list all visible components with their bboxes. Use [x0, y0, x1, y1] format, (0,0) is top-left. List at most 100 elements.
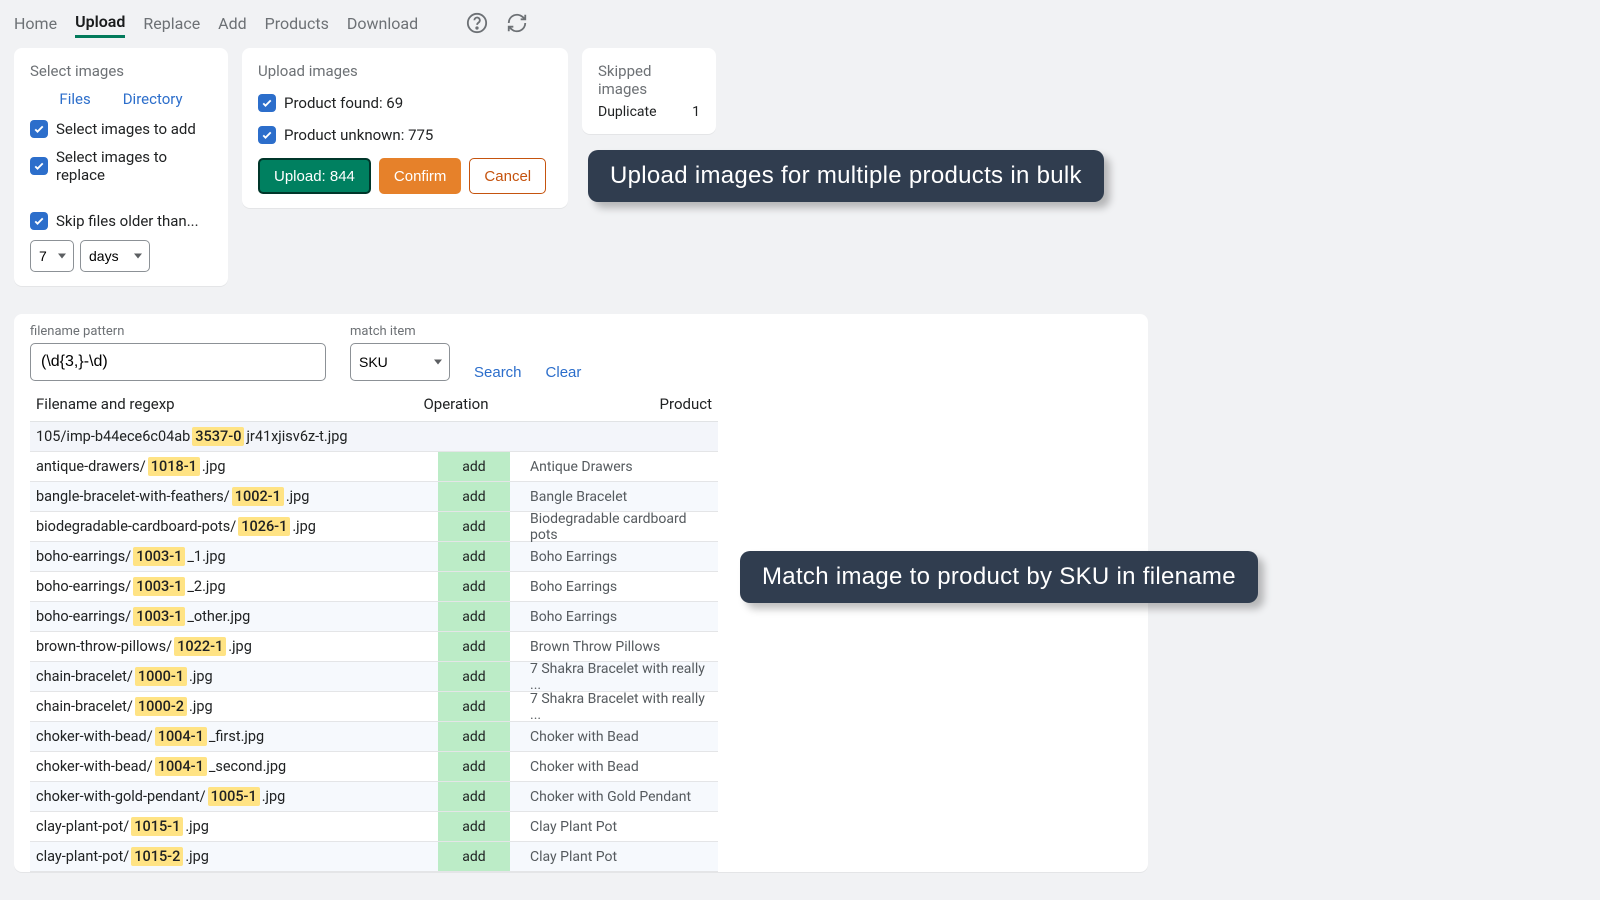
regex-match: 1018-1: [148, 457, 200, 476]
nav-home[interactable]: Home: [14, 14, 57, 37]
filename-cell: boho-earrings/ 1003-1 _2.jpg: [30, 577, 402, 596]
nav-download[interactable]: Download: [347, 14, 418, 37]
regex-match: 1000-2: [135, 697, 187, 716]
operation-cell: add: [438, 542, 510, 571]
pattern-label: filename pattern: [30, 324, 326, 339]
regex-match: 1026-1: [238, 517, 290, 536]
operation-cell: add: [438, 602, 510, 631]
upload-images-card: Upload images Product found: 69 Product …: [242, 48, 568, 208]
operation-badge: add: [438, 602, 510, 631]
product-cell: Boho Earrings: [510, 609, 718, 625]
regex-match: 1003-1: [133, 607, 185, 626]
product-cell: Antique Drawers: [510, 459, 718, 475]
help-icon[interactable]: [466, 12, 488, 38]
regex-match: 3537-0: [192, 427, 244, 446]
operation-badge: add: [438, 722, 510, 751]
operation-cell: add: [438, 722, 510, 751]
filename-pattern-input[interactable]: [30, 343, 326, 381]
cancel-button[interactable]: Cancel: [469, 158, 546, 194]
nav-add[interactable]: Add: [218, 14, 246, 37]
table-row[interactable]: boho-earrings/ 1003-1 _1.jpgaddBoho Earr…: [30, 542, 718, 572]
select-images-card: Select images Files Directory Select ima…: [14, 48, 228, 286]
filename-cell: antique-drawers/ 1018-1 .jpg: [30, 457, 402, 476]
nav-upload[interactable]: Upload: [75, 12, 125, 38]
select-images-title: Select images: [30, 62, 212, 80]
table-row[interactable]: boho-earrings/ 1003-1 _2.jpgaddBoho Earr…: [30, 572, 718, 602]
skipped-images-title: Skipped images: [598, 62, 700, 98]
clear-button[interactable]: Clear: [546, 364, 582, 381]
operation-cell: add: [438, 782, 510, 811]
filename-cell: choker-with-gold-pendant/ 1005-1 .jpg: [30, 787, 402, 806]
filename-cell: chain-bracelet/ 1000-1 .jpg: [30, 667, 402, 686]
match-item-label: match item: [350, 324, 450, 339]
product-cell: Choker with Bead: [510, 759, 718, 775]
checkbox-product-found[interactable]: [258, 94, 276, 112]
th-operation: Operation: [402, 395, 510, 413]
operation-badge: add: [438, 782, 510, 811]
product-cell: Boho Earrings: [510, 549, 718, 565]
skipped-dup-label: Duplicate: [598, 104, 657, 120]
match-item-select[interactable]: SKU: [350, 343, 450, 381]
operation-cell: add: [438, 512, 510, 541]
confirm-button[interactable]: Confirm: [379, 158, 462, 194]
regex-match: 1000-1: [135, 667, 187, 686]
table-row[interactable]: antique-drawers/ 1018-1 .jpgaddAntique D…: [30, 452, 718, 482]
operation-badge: add: [438, 482, 510, 511]
operation-cell: add: [438, 662, 510, 691]
operation-badge: add: [438, 752, 510, 781]
regex-match: 1015-1: [131, 817, 183, 836]
operation-badge: add: [438, 692, 510, 721]
th-filename: Filename and regexp: [30, 395, 402, 413]
table-row[interactable]: clay-plant-pot/ 1015-2 .jpgaddClay Plant…: [30, 842, 718, 872]
table-row[interactable]: brown-throw-pillows/ 1022-1 .jpg addBrown…: [30, 632, 718, 662]
operation-badge: add: [438, 542, 510, 571]
nav-products[interactable]: Products: [265, 14, 329, 37]
age-unit-select[interactable]: days: [80, 240, 150, 272]
table-row[interactable]: choker-with-gold-pendant/ 1005-1 .jpg add…: [30, 782, 718, 812]
operation-cell: add: [438, 632, 510, 661]
filename-cell: choker-with-bead/ 1004-1 _first.jpg: [30, 727, 402, 746]
checkbox-product-unknown[interactable]: [258, 126, 276, 144]
table-row[interactable]: boho-earrings/ 1003-1 _other.jpg addBoho …: [30, 602, 718, 632]
table-row[interactable]: clay-plant-pot/ 1015-1 .jpgaddClay Plant…: [30, 812, 718, 842]
product-cell: Brown Throw Pillows: [510, 639, 718, 655]
table-row[interactable]: chain-bracelet/ 1000-1 .jpgadd7 Shakra B…: [30, 662, 718, 692]
table-row[interactable]: 105/imp-b44ece6c04ab 3537-0 jr41xjisv6z-…: [30, 422, 718, 452]
checkbox-replace-label: Select images to replace: [56, 148, 212, 184]
product-cell: Bangle Bracelet: [510, 489, 718, 505]
table-row[interactable]: bangle-bracelet-with-feathers/ 1002-1 .j…: [30, 482, 718, 512]
operation-badge: add: [438, 632, 510, 661]
regex-match: 1002-1: [232, 487, 284, 506]
operation-cell: add: [438, 842, 510, 871]
upload-images-title: Upload images: [258, 62, 552, 80]
refresh-icon[interactable]: [506, 12, 528, 38]
regex-match: 1003-1: [133, 547, 185, 566]
table-row[interactable]: choker-with-bead/ 1004-1 _second.jpgaddC…: [30, 752, 718, 782]
tab-directory[interactable]: Directory: [123, 90, 183, 108]
search-button[interactable]: Search: [474, 364, 522, 381]
checkbox-skip-label: Skip files older than...: [56, 212, 199, 230]
filename-cell: brown-throw-pillows/ 1022-1 .jpg: [30, 637, 402, 656]
upload-button[interactable]: Upload: 844: [258, 158, 371, 194]
product-cell: Choker with Bead: [510, 729, 718, 745]
filename-cell: boho-earrings/ 1003-1 _other.jpg: [30, 607, 402, 626]
checkbox-add-label: Select images to add: [56, 120, 196, 138]
skipped-dup-count: 1: [692, 104, 700, 120]
checkbox-add[interactable]: [30, 120, 48, 138]
checkbox-skip[interactable]: [30, 212, 48, 230]
filename-cell: chain-bracelet/ 1000-2 .jpg: [30, 697, 402, 716]
table-row[interactable]: choker-with-bead/ 1004-1 _first.jpg addCh…: [30, 722, 718, 752]
table-row[interactable]: biodegradable-cardboard-pots/ 1026-1 .jp…: [30, 512, 718, 542]
tab-files[interactable]: Files: [59, 90, 90, 108]
nav-replace[interactable]: Replace: [143, 14, 200, 37]
product-cell: Choker with Gold Pendant: [510, 789, 718, 805]
table-row[interactable]: chain-bracelet/ 1000-2 .jpgadd7 Shakra B…: [30, 692, 718, 722]
checkbox-replace[interactable]: [30, 157, 48, 175]
filename-cell: bangle-bracelet-with-feathers/ 1002-1 .j…: [30, 487, 402, 506]
product-cell: Biodegradable cardboard pots: [510, 511, 718, 543]
age-number-select[interactable]: 7: [30, 240, 74, 272]
regex-match: 1003-1: [133, 577, 185, 596]
operation-cell: add: [438, 692, 510, 721]
operation-badge: add: [438, 512, 510, 541]
product-cell: Clay Plant Pot: [510, 849, 718, 865]
